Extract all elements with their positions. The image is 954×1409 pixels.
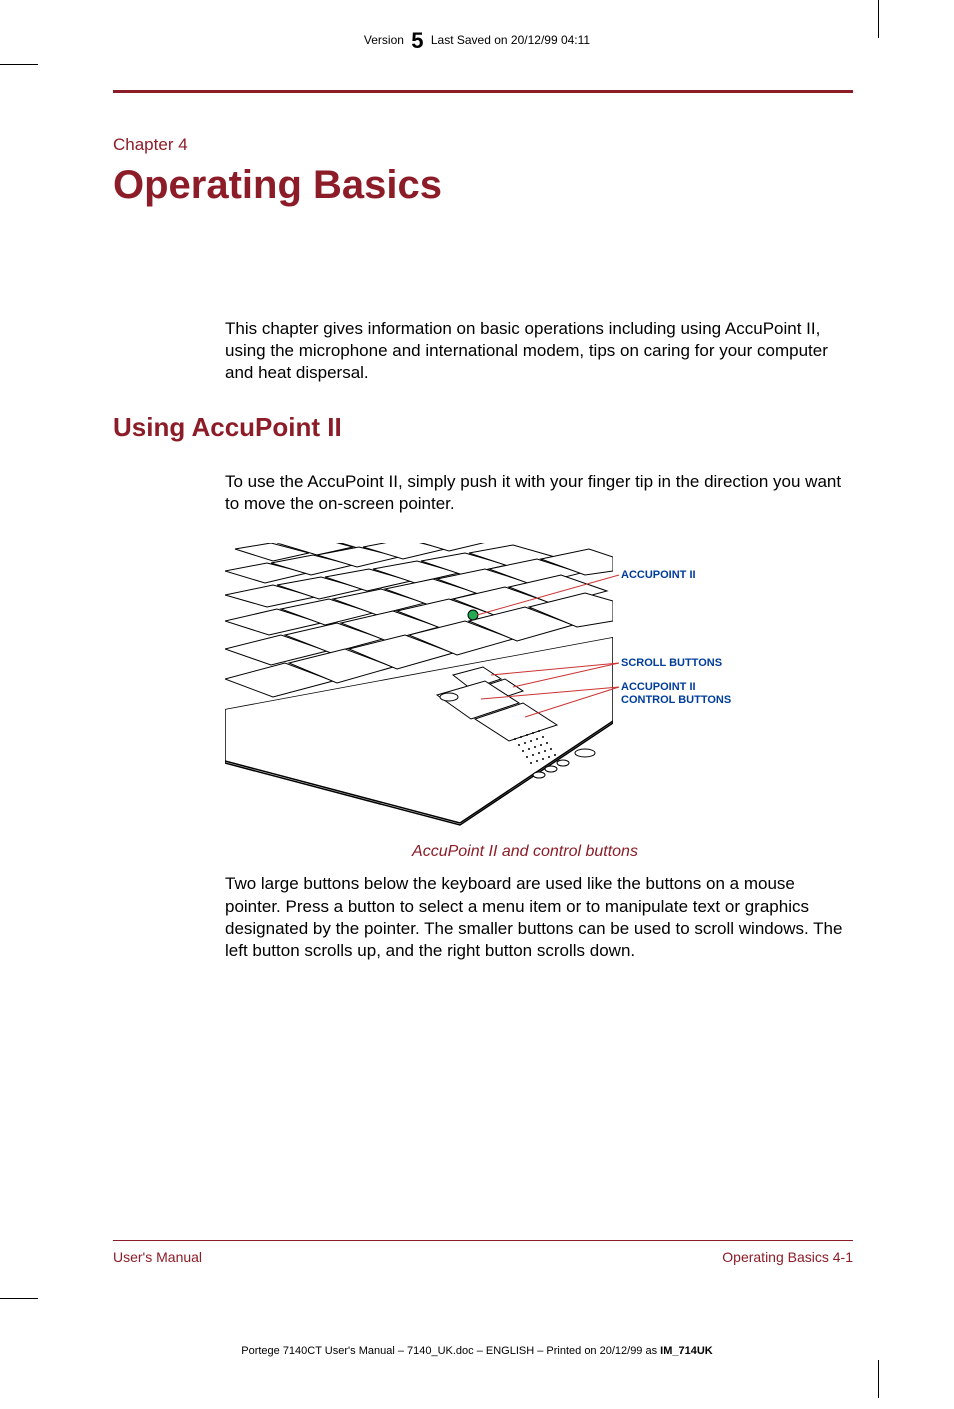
callout-control-buttons-line1: ACCUPOINT II — [621, 681, 696, 693]
chapter-title: Operating Basics — [113, 163, 853, 208]
page-footer: User's Manual Operating Basics 4-1 — [113, 1240, 853, 1265]
print-footer-text: Portege 7140CT User's Manual – 7140_UK.d… — [241, 1345, 660, 1357]
print-footer-bold: IM_714UK — [660, 1345, 713, 1357]
last-saved-text: Last Saved on 20/12/99 04:11 — [431, 33, 590, 47]
crop-mark — [0, 1298, 38, 1299]
footer-left: User's Manual — [113, 1249, 202, 1265]
crop-mark — [0, 64, 38, 65]
callout-accupoint: ACCUPOINT II — [621, 569, 696, 582]
crop-mark — [878, 1360, 879, 1398]
footer-right-page: 4-1 — [829, 1249, 853, 1265]
print-footer: Portege 7140CT User's Manual – 7140_UK.d… — [0, 1345, 954, 1357]
top-rule — [113, 90, 853, 93]
keyboard-illustration — [225, 543, 825, 835]
callout-control-buttons: ACCUPOINT II CONTROL BUTTONS — [621, 681, 731, 706]
version-number: 5 — [407, 28, 427, 53]
callout-scroll-buttons: SCROLL BUTTONS — [621, 657, 722, 670]
footer-rule — [113, 1240, 853, 1241]
section-paragraph-2: Two large buttons below the keyboard are… — [225, 873, 853, 961]
section-heading: Using AccuPoint II — [113, 412, 853, 443]
version-label: Version — [364, 33, 404, 47]
chapter-label: Chapter 4 — [113, 135, 853, 155]
footer-right: Operating Basics 4-1 — [722, 1249, 853, 1265]
figure-accupoint: ACCUPOINT II SCROLL BUTTONS ACCUPOINT II… — [225, 543, 853, 835]
page-header: Version 5 Last Saved on 20/12/99 04:11 — [0, 28, 954, 54]
section-paragraph-1: To use the AccuPoint II, simply push it … — [225, 471, 853, 515]
footer-right-label: Operating Basics — [722, 1249, 829, 1265]
chapter-intro: This chapter gives information on basic … — [225, 318, 853, 384]
page-content: Chapter 4 Operating Basics This chapter … — [113, 90, 853, 990]
callout-control-buttons-line2: CONTROL BUTTONS — [621, 694, 731, 706]
figure-caption: AccuPoint II and control buttons — [225, 843, 825, 861]
